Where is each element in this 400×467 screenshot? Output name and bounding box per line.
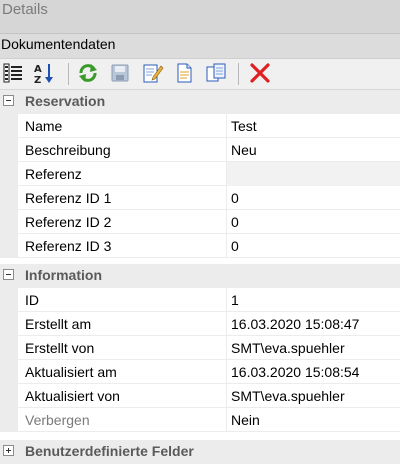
property-row-referenz[interactable]: Referenz [0,162,400,186]
property-row-referenz-id-1[interactable]: Referenz ID 1 0 [0,186,400,210]
refresh-icon [79,64,97,82]
categorized-view-icon [3,63,22,83]
property-row-id[interactable]: ID 1 [0,288,400,312]
document-icon [177,63,192,83]
edit-document-icon [143,64,164,83]
property-name: ID [25,292,39,308]
save-button[interactable] [108,61,132,85]
property-name: Referenz ID 1 [25,190,112,206]
expand-icon[interactable] [3,445,14,456]
property-row-aktualisiert-von[interactable]: Aktualisiert von SMT\eva.spuehler [0,384,400,408]
category-benutzerdefinierte-felder[interactable]: Benutzerdefinierte Felder [0,440,400,464]
property-name: Referenz ID 2 [25,214,112,230]
category-reservation[interactable]: Reservation [0,90,400,114]
property-name: Referenz [25,166,82,182]
category-label: Reservation [25,93,106,109]
property-value[interactable]: Test [231,118,257,134]
property-value[interactable]: 0 [231,238,239,254]
svg-text:Z: Z [34,75,41,85]
sort-alphabetical-button[interactable]: A Z [32,61,56,86]
property-row-beschreibung[interactable]: Beschreibung Neu [0,138,400,162]
section-title: Dokumentendaten [1,36,116,52]
delete-icon [250,63,270,83]
property-value[interactable]: SMT\eva.spuehler [231,340,345,356]
toolbar-separator [238,63,239,85]
document-button[interactable] [172,61,196,85]
property-name: Beschreibung [25,142,111,158]
copy-document-button[interactable] [204,61,228,85]
property-value[interactable]: SMT\eva.spuehler [231,388,345,404]
property-value[interactable]: 16.03.2020 15:08:47 [231,316,359,332]
section-header: Dokumentendaten [0,34,400,59]
category-label: Information [25,267,102,283]
category-label: Benutzerdefinierte Felder [25,443,194,459]
property-value[interactable]: 16.03.2020 15:08:54 [231,364,359,380]
toolbar-separator [68,63,69,85]
property-row-name[interactable]: Name Test [0,114,400,138]
property-name: Name [25,118,63,134]
property-row-erstellt-am[interactable]: Erstellt am 16.03.2020 15:08:47 [0,312,400,336]
property-name: Referenz ID 3 [25,238,112,254]
save-icon [111,64,129,82]
refresh-button[interactable] [76,61,100,85]
category-information[interactable]: Information [0,264,400,288]
property-row-referenz-id-3[interactable]: Referenz ID 3 0 [0,234,400,258]
property-name: Aktualisiert am [25,364,117,380]
property-value[interactable]: Nein [231,412,260,428]
copy-document-icon [206,63,226,82]
panel-title: Details [2,1,48,18]
property-grid: Reservation Name Test Beschreibung Neu R… [0,90,400,467]
property-value[interactable]: 0 [231,214,239,230]
property-row-verbergen[interactable]: Verbergen Nein [0,408,400,432]
panel-title-bar: Details [0,0,400,34]
property-name: Erstellt von [25,340,95,356]
svg-text:A: A [34,64,42,75]
property-value[interactable]: 1 [231,292,239,308]
collapse-icon[interactable] [3,95,14,106]
delete-button[interactable] [248,61,272,85]
property-name: Verbergen [25,412,90,428]
property-row-aktualisiert-am[interactable]: Aktualisiert am 16.03.2020 15:08:54 [0,360,400,384]
sort-alphabetical-icon: A Z [34,64,53,86]
property-row-erstellt-von[interactable]: Erstellt von SMT\eva.spuehler [0,336,400,360]
toolbar: A Z [0,59,400,90]
collapse-icon[interactable] [3,269,14,280]
edit-document-button[interactable] [140,61,164,85]
property-value[interactable]: 0 [231,190,239,206]
property-value[interactable]: Neu [231,142,257,158]
property-name: Erstellt am [25,316,92,332]
categorized-view-button[interactable] [2,61,26,85]
property-name: Aktualisiert von [25,388,120,404]
property-row-referenz-id-2[interactable]: Referenz ID 2 0 [0,210,400,234]
